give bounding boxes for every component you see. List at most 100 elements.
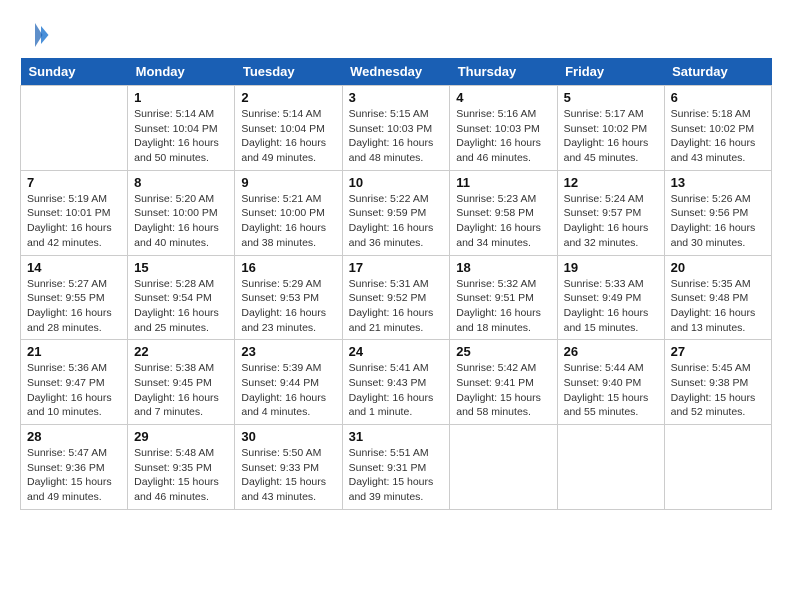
page-header [20, 20, 772, 50]
week-row-1: 1 Sunrise: 5:14 AM Sunset: 10:04 PM Dayli… [21, 86, 772, 171]
column-header-friday: Friday [557, 58, 664, 86]
day-number: 19 [564, 260, 658, 275]
column-header-saturday: Saturday [664, 58, 771, 86]
day-info: Sunrise: 5:14 AM Sunset: 10:04 PM Daylig… [134, 108, 219, 164]
calendar-cell: 11Sunrise: 5:23 AM Sunset: 9:58 PM Dayli… [450, 170, 557, 255]
day-info: Sunrise: 5:41 AM Sunset: 9:43 PM Dayligh… [349, 362, 434, 418]
day-info: Sunrise: 5:24 AM Sunset: 9:57 PM Dayligh… [564, 193, 649, 249]
day-info: Sunrise: 5:38 AM Sunset: 9:45 PM Dayligh… [134, 362, 219, 418]
day-info: Sunrise: 5:15 AM Sunset: 10:03 PM Daylig… [349, 108, 434, 164]
day-info: Sunrise: 5:27 AM Sunset: 9:55 PM Dayligh… [27, 278, 112, 334]
calendar-cell: 1 Sunrise: 5:14 AM Sunset: 10:04 PM Dayli… [128, 86, 235, 171]
day-number: 13 [671, 175, 765, 190]
calendar-cell: 8 Sunrise: 5:20 AM Sunset: 10:00 PM Dayli… [128, 170, 235, 255]
column-header-tuesday: Tuesday [235, 58, 342, 86]
day-number: 10 [349, 175, 444, 190]
day-number: 4 [456, 90, 550, 105]
calendar-cell: 4 Sunrise: 5:16 AM Sunset: 10:03 PM Dayli… [450, 86, 557, 171]
day-number: 1 [134, 90, 228, 105]
day-info: Sunrise: 5:18 AM Sunset: 10:02 PM Daylig… [671, 108, 756, 164]
day-number: 9 [241, 175, 335, 190]
calendar-cell: 30 Sunrise: 5:50 AM Sunset: 9:33 PM Dayli… [235, 425, 342, 510]
day-number: 3 [349, 90, 444, 105]
day-info: Sunrise: 5:32 AM Sunset: 9:51 PM Dayligh… [456, 278, 541, 334]
day-info: Sunrise: 5:14 AM Sunset: 10:04 PM Daylig… [241, 108, 326, 164]
day-info: Sunrise: 5:33 AM Sunset: 9:49 PM Dayligh… [564, 278, 649, 334]
calendar-table: SundayMondayTuesdayWednesdayThursdayFrid… [20, 58, 772, 510]
day-number: 24 [349, 344, 444, 359]
column-header-wednesday: Wednesday [342, 58, 450, 86]
day-info: Sunrise: 5:48 AM Sunset: 9:35 PM Dayligh… [134, 447, 219, 503]
column-header-thursday: Thursday [450, 58, 557, 86]
calendar-cell: 5 Sunrise: 5:17 AM Sunset: 10:02 PM Dayli… [557, 86, 664, 171]
day-info: Sunrise: 5:29 AM Sunset: 9:53 PM Dayligh… [241, 278, 326, 334]
calendar-cell: 20 Sunrise: 5:35 AM Sunset: 9:48 PM Dayli… [664, 255, 771, 340]
day-number: 26 [564, 344, 658, 359]
day-info: Sunrise: 5:51 AM Sunset: 9:31 PM Dayligh… [349, 447, 434, 503]
day-info: Sunrise: 5:19 AM Sunset: 10:01 PM Daylig… [27, 193, 112, 249]
calendar-cell: 25 Sunrise: 5:42 AM Sunset: 9:41 PM Dayli… [450, 340, 557, 425]
day-info: Sunrise: 5:21 AM Sunset: 10:00 PM Daylig… [241, 193, 326, 249]
day-number: 27 [671, 344, 765, 359]
day-number: 30 [241, 429, 335, 444]
day-info: Sunrise: 5:26 AM Sunset: 9:56 PM Dayligh… [671, 193, 756, 249]
day-info: Sunrise: 5:50 AM Sunset: 9:33 PM Dayligh… [241, 447, 326, 503]
day-number: 6 [671, 90, 765, 105]
day-info: Sunrise: 5:17 AM Sunset: 10:02 PM Daylig… [564, 108, 649, 164]
day-info: Sunrise: 5:31 AM Sunset: 9:52 PM Dayligh… [349, 278, 434, 334]
day-number: 5 [564, 90, 658, 105]
day-number: 29 [134, 429, 228, 444]
day-info: Sunrise: 5:28 AM Sunset: 9:54 PM Dayligh… [134, 278, 219, 334]
logo-icon [20, 20, 50, 50]
column-header-monday: Monday [128, 58, 235, 86]
calendar-cell: 13 Sunrise: 5:26 AM Sunset: 9:56 PM Dayli… [664, 170, 771, 255]
calendar-cell: 7 Sunrise: 5:19 AM Sunset: 10:01 PM Dayli… [21, 170, 128, 255]
calendar-cell: 16 Sunrise: 5:29 AM Sunset: 9:53 PM Dayli… [235, 255, 342, 340]
calendar-cell [557, 425, 664, 510]
day-info: Sunrise: 5:45 AM Sunset: 9:38 PM Dayligh… [671, 362, 756, 418]
day-number: 20 [671, 260, 765, 275]
calendar-cell: 12 Sunrise: 5:24 AM Sunset: 9:57 PM Dayli… [557, 170, 664, 255]
day-info: Sunrise: 5:35 AM Sunset: 9:48 PM Dayligh… [671, 278, 756, 334]
week-row-4: 21 Sunrise: 5:36 AM Sunset: 9:47 PM Dayli… [21, 340, 772, 425]
day-number: 17 [349, 260, 444, 275]
logo [20, 20, 54, 50]
day-number: 23 [241, 344, 335, 359]
day-number: 16 [241, 260, 335, 275]
day-number: 8 [134, 175, 228, 190]
day-number: 11 [456, 175, 550, 190]
calendar-cell: 29 Sunrise: 5:48 AM Sunset: 9:35 PM Dayli… [128, 425, 235, 510]
day-number: 31 [349, 429, 444, 444]
day-info: Sunrise: 5:42 AM Sunset: 9:41 PM Dayligh… [456, 362, 541, 418]
calendar-cell: 9 Sunrise: 5:21 AM Sunset: 10:00 PM Dayli… [235, 170, 342, 255]
calendar-cell [21, 86, 128, 171]
day-number: 12 [564, 175, 658, 190]
day-number: 22 [134, 344, 228, 359]
calendar-cell [664, 425, 771, 510]
calendar-cell: 24 Sunrise: 5:41 AM Sunset: 9:43 PM Dayli… [342, 340, 450, 425]
calendar-cell: 28 Sunrise: 5:47 AM Sunset: 9:36 PM Dayli… [21, 425, 128, 510]
calendar-cell: 15Sunrise: 5:28 AM Sunset: 9:54 PM Dayli… [128, 255, 235, 340]
day-info: Sunrise: 5:16 AM Sunset: 10:03 PM Daylig… [456, 108, 541, 164]
day-number: 21 [27, 344, 121, 359]
calendar-cell [450, 425, 557, 510]
calendar-cell: 3 Sunrise: 5:15 AM Sunset: 10:03 PM Dayli… [342, 86, 450, 171]
calendar-cell: 27 Sunrise: 5:45 AM Sunset: 9:38 PM Dayli… [664, 340, 771, 425]
calendar-cell: 19 Sunrise: 5:33 AM Sunset: 9:49 PM Dayli… [557, 255, 664, 340]
day-info: Sunrise: 5:22 AM Sunset: 9:59 PM Dayligh… [349, 193, 434, 249]
calendar-cell: 23Sunrise: 5:39 AM Sunset: 9:44 PM Dayli… [235, 340, 342, 425]
day-info: Sunrise: 5:47 AM Sunset: 9:36 PM Dayligh… [27, 447, 112, 503]
day-number: 7 [27, 175, 121, 190]
day-number: 14 [27, 260, 121, 275]
calendar-cell: 10 Sunrise: 5:22 AM Sunset: 9:59 PM Dayli… [342, 170, 450, 255]
calendar-cell: 21 Sunrise: 5:36 AM Sunset: 9:47 PM Dayli… [21, 340, 128, 425]
calendar-cell: 14 Sunrise: 5:27 AM Sunset: 9:55 PM Dayli… [21, 255, 128, 340]
day-number: 18 [456, 260, 550, 275]
calendar-cell: 26Sunrise: 5:44 AM Sunset: 9:40 PM Dayli… [557, 340, 664, 425]
day-info: Sunrise: 5:36 AM Sunset: 9:47 PM Dayligh… [27, 362, 112, 418]
day-number: 25 [456, 344, 550, 359]
calendar-cell: 22 Sunrise: 5:38 AM Sunset: 9:45 PM Dayli… [128, 340, 235, 425]
day-number: 28 [27, 429, 121, 444]
week-row-5: 28 Sunrise: 5:47 AM Sunset: 9:36 PM Dayli… [21, 425, 772, 510]
day-info: Sunrise: 5:20 AM Sunset: 10:00 PM Daylig… [134, 193, 219, 249]
